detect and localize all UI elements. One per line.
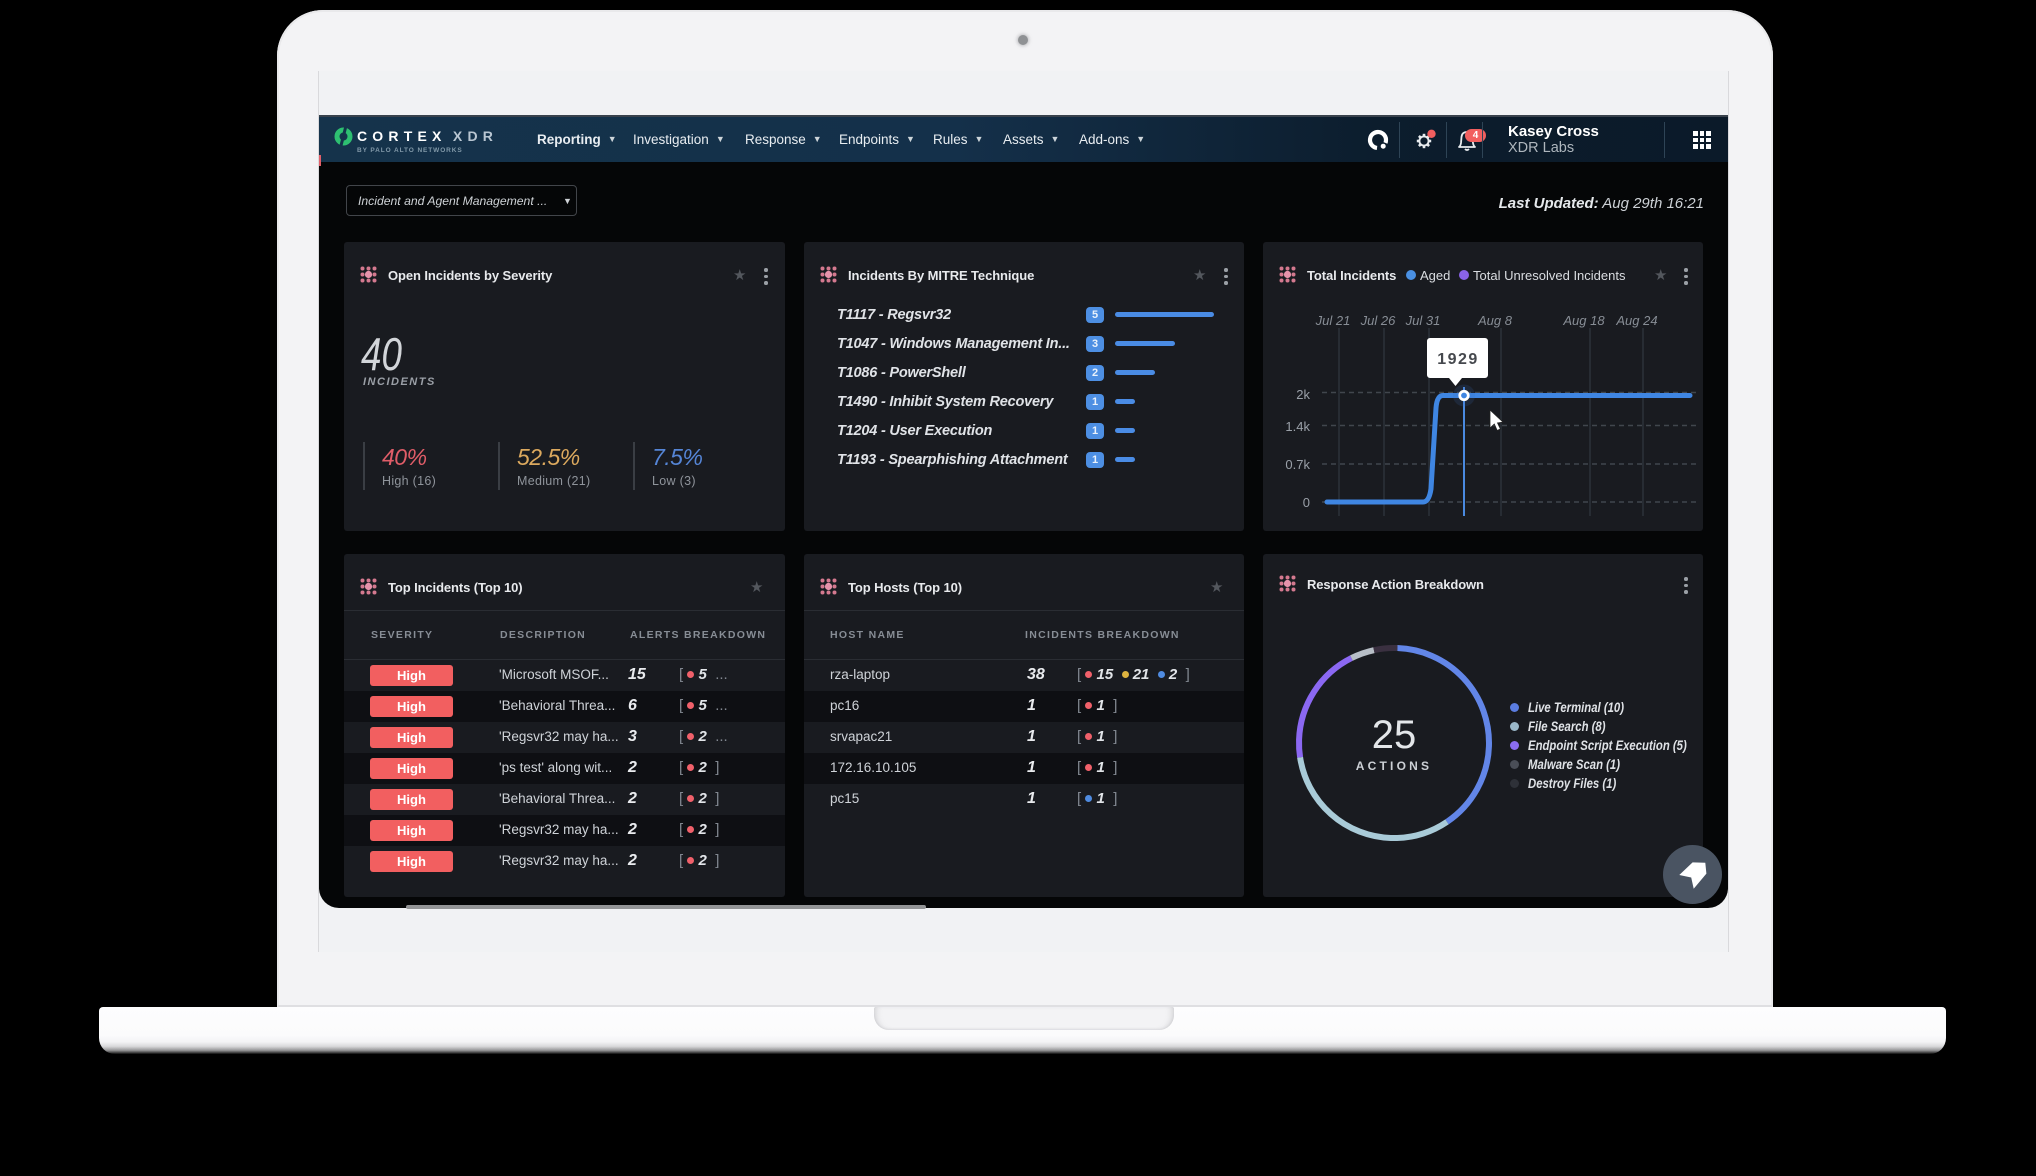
svg-text:1929: 1929 [1437, 351, 1479, 368]
